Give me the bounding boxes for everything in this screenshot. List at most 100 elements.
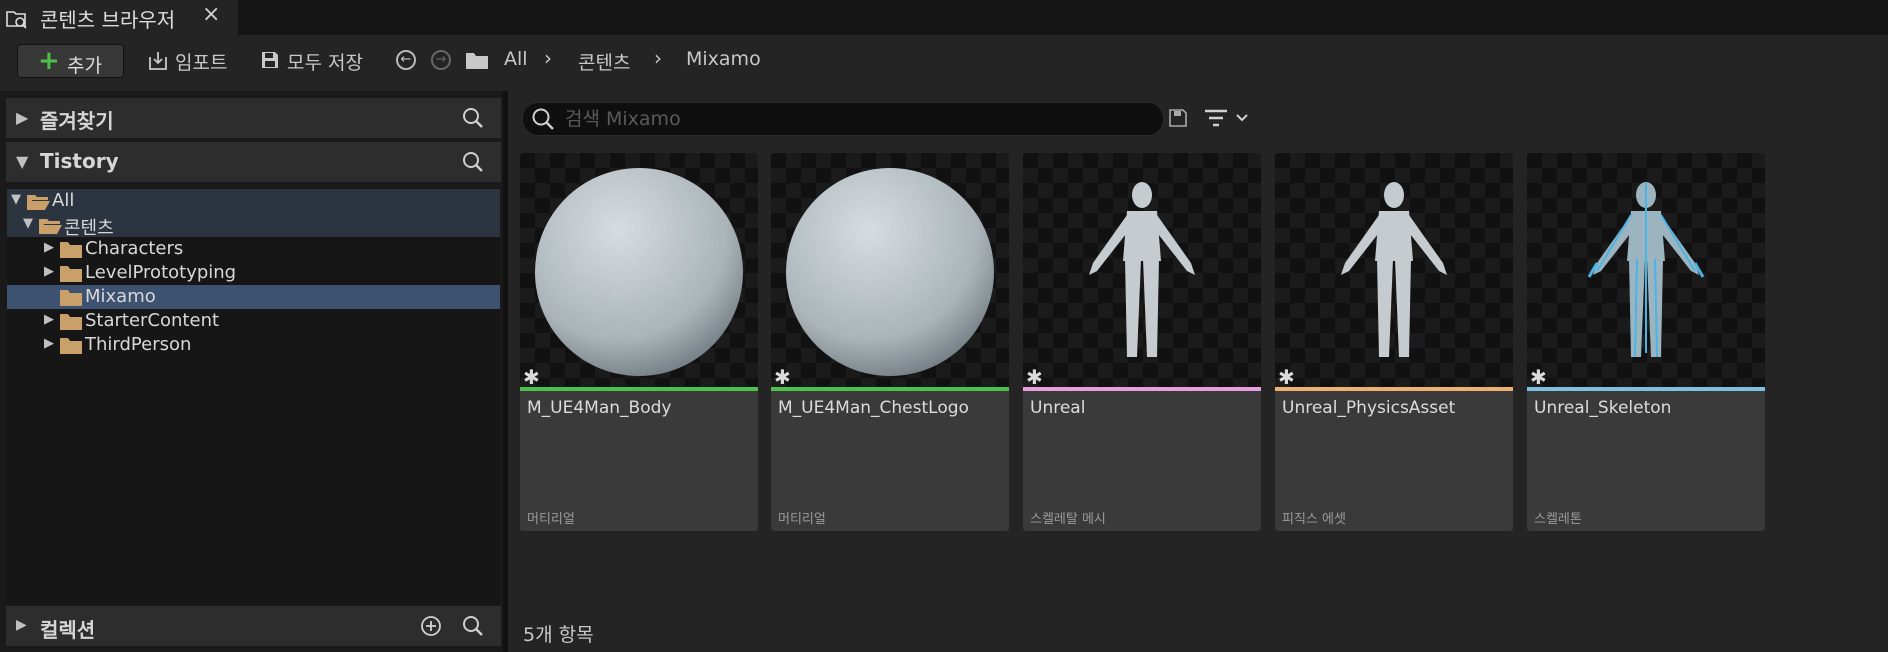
tree-item-label: ThirdPerson (85, 334, 192, 355)
tree-item-label: StarterContent (85, 310, 220, 331)
asset-tile[interactable]: ✱ M_UE4Man_Body 머티리얼 (520, 153, 758, 531)
breadcrumb-mixamo[interactable]: Mixamo (686, 48, 761, 70)
collapse-arrow-icon[interactable]: ▼ (16, 152, 28, 171)
tree-item-label: All (52, 190, 75, 211)
chevron-down-icon (1236, 114, 1248, 122)
asset-type: 피직스 에셋 (1282, 512, 1346, 527)
expand-arrow-icon[interactable]: ▶ (16, 617, 27, 633)
tree-item-thirdperson[interactable]: ▶ ThirdPerson (7, 333, 500, 357)
add-collection-icon[interactable] (420, 615, 442, 637)
modified-star-icon: ✱ (1026, 365, 1043, 389)
breadcrumb-all[interactable]: All (504, 48, 528, 70)
search-icon[interactable] (462, 151, 484, 173)
asset-type: 스켈레탈 메시 (1030, 512, 1106, 527)
project-title: Tistory (40, 149, 119, 173)
forward-arrow-icon[interactable]: → (431, 50, 451, 70)
folder-open-icon (39, 219, 62, 234)
chevron-right-icon[interactable]: › (654, 46, 662, 70)
back-arrow-icon[interactable]: ← (396, 50, 416, 70)
modified-star-icon: ✱ (1530, 365, 1547, 389)
folder-icon (60, 314, 82, 330)
favorites-header[interactable]: ▶ 즐겨찾기 (6, 98, 501, 138)
item-count: 5개 항목 (523, 624, 594, 646)
collections-header[interactable]: ▶ 컬렉션 (6, 606, 501, 646)
asset-tile[interactable]: ✱ M_UE4Man_ChestLogo 머티리얼 (771, 153, 1009, 531)
expand-arrow-icon[interactable]: ▶ (44, 264, 54, 279)
modified-star-icon: ✱ (774, 365, 791, 389)
tree-item-label: LevelPrototyping (85, 262, 237, 283)
tree-item-startercontent[interactable]: ▶ StarterContent (7, 309, 500, 333)
breadcrumb-content[interactable]: 콘텐츠 (578, 48, 630, 75)
asset-type: 스켈레톤 (1534, 512, 1582, 527)
toolbar: + 추가 임포트 모두 저장 ← → All › 콘텐츠 › Mixamo (0, 35, 1888, 91)
collapse-arrow-icon[interactable]: ▼ (11, 192, 21, 207)
tab-bar: 콘텐츠 브라우저 × (0, 0, 1888, 35)
tree-item-characters[interactable]: ▶ Characters (7, 237, 500, 261)
asset-name: Unreal_Skeleton (1534, 398, 1672, 418)
tree-item-all[interactable]: ▼ All (7, 189, 500, 213)
modified-star-icon: ✱ (523, 365, 540, 389)
tree-item-mixamo[interactable]: Mixamo (7, 285, 500, 309)
search-input[interactable] (563, 105, 1147, 133)
tree-item-콘텐츠[interactable]: ▼ 콘텐츠 (7, 213, 500, 239)
search-icon[interactable] (462, 615, 484, 637)
filter-icon (1205, 109, 1227, 127)
asset-tile[interactable]: ✱ Unreal_Skeleton 스켈레톤 (1527, 153, 1765, 531)
asset-thumbnail: ✱ (520, 153, 758, 389)
asset-type: 머티리얼 (527, 512, 575, 527)
save-all-label: 모두 저장 (287, 52, 363, 74)
asset-name: Unreal_PhysicsAsset (1282, 398, 1456, 418)
asset-thumbnail: ✱ (771, 153, 1009, 389)
save-search-icon[interactable] (1168, 108, 1188, 128)
tree-item-levelprototyping[interactable]: ▶ LevelPrototyping (7, 261, 500, 285)
asset-type-color-bar (1275, 387, 1513, 391)
asset-name: M_UE4Man_Body (527, 398, 672, 418)
add-button-label: 추가 (67, 55, 102, 77)
add-button[interactable]: + 추가 (17, 44, 124, 78)
favorites-title: 즐겨찾기 (40, 109, 114, 133)
asset-type: 머티리얼 (778, 512, 826, 527)
asset-type-color-bar (771, 387, 1009, 391)
asset-type-color-bar (520, 387, 758, 391)
project-header[interactable]: ▼ Tistory (6, 142, 501, 182)
close-icon[interactable]: × (202, 2, 220, 27)
asset-tile[interactable]: ✱ Unreal 스켈레탈 메시 (1023, 153, 1261, 531)
search-icon[interactable] (462, 107, 484, 129)
folder-icon (60, 290, 82, 306)
mannequin-thumbnail (1341, 182, 1447, 357)
expand-arrow-icon[interactable]: ▶ (44, 312, 54, 327)
expand-arrow-icon[interactable]: ▶ (44, 336, 54, 351)
folder-icon (60, 242, 82, 258)
collapse-arrow-icon[interactable]: ▼ (23, 216, 33, 231)
modified-star-icon: ✱ (1278, 365, 1295, 389)
expand-arrow-icon[interactable]: ▶ (16, 108, 28, 127)
asset-name: M_UE4Man_ChestLogo (778, 398, 969, 418)
asset-thumbnail: ✱ (1527, 153, 1765, 389)
import-icon (149, 52, 167, 70)
search-icon (532, 108, 554, 130)
collections-title: 컬렉션 (40, 618, 96, 642)
tab-title: 콘텐츠 브라우저 (40, 8, 176, 32)
tab-content-browser[interactable]: 콘텐츠 브라우저 × (0, 0, 238, 35)
asset-type-color-bar (1527, 387, 1765, 391)
sphere-thumbnail (786, 168, 994, 376)
import-label: 임포트 (175, 52, 228, 74)
sphere-thumbnail (535, 168, 743, 376)
tree-item-label: Mixamo (85, 286, 156, 307)
asset-thumbnail: ✱ (1023, 153, 1261, 389)
asset-tile[interactable]: ✱ Unreal_PhysicsAsset 피직스 에셋 (1275, 153, 1513, 531)
expand-arrow-icon[interactable]: ▶ (44, 240, 54, 255)
asset-thumbnail: ✱ (1275, 153, 1513, 389)
folder-icon (60, 266, 82, 282)
save-icon (262, 52, 278, 68)
content-browser-icon (6, 11, 27, 29)
plus-icon: + (38, 46, 60, 76)
asset-type-color-bar (1023, 387, 1261, 391)
folder-open-icon (27, 195, 50, 210)
asset-name: Unreal (1030, 398, 1086, 418)
asset-search-bar[interactable] (522, 102, 1164, 136)
folder-icon (466, 53, 488, 69)
folder-icon (60, 338, 82, 354)
chevron-right-icon[interactable]: › (544, 46, 552, 70)
mannequin-thumbnail (1089, 182, 1195, 357)
